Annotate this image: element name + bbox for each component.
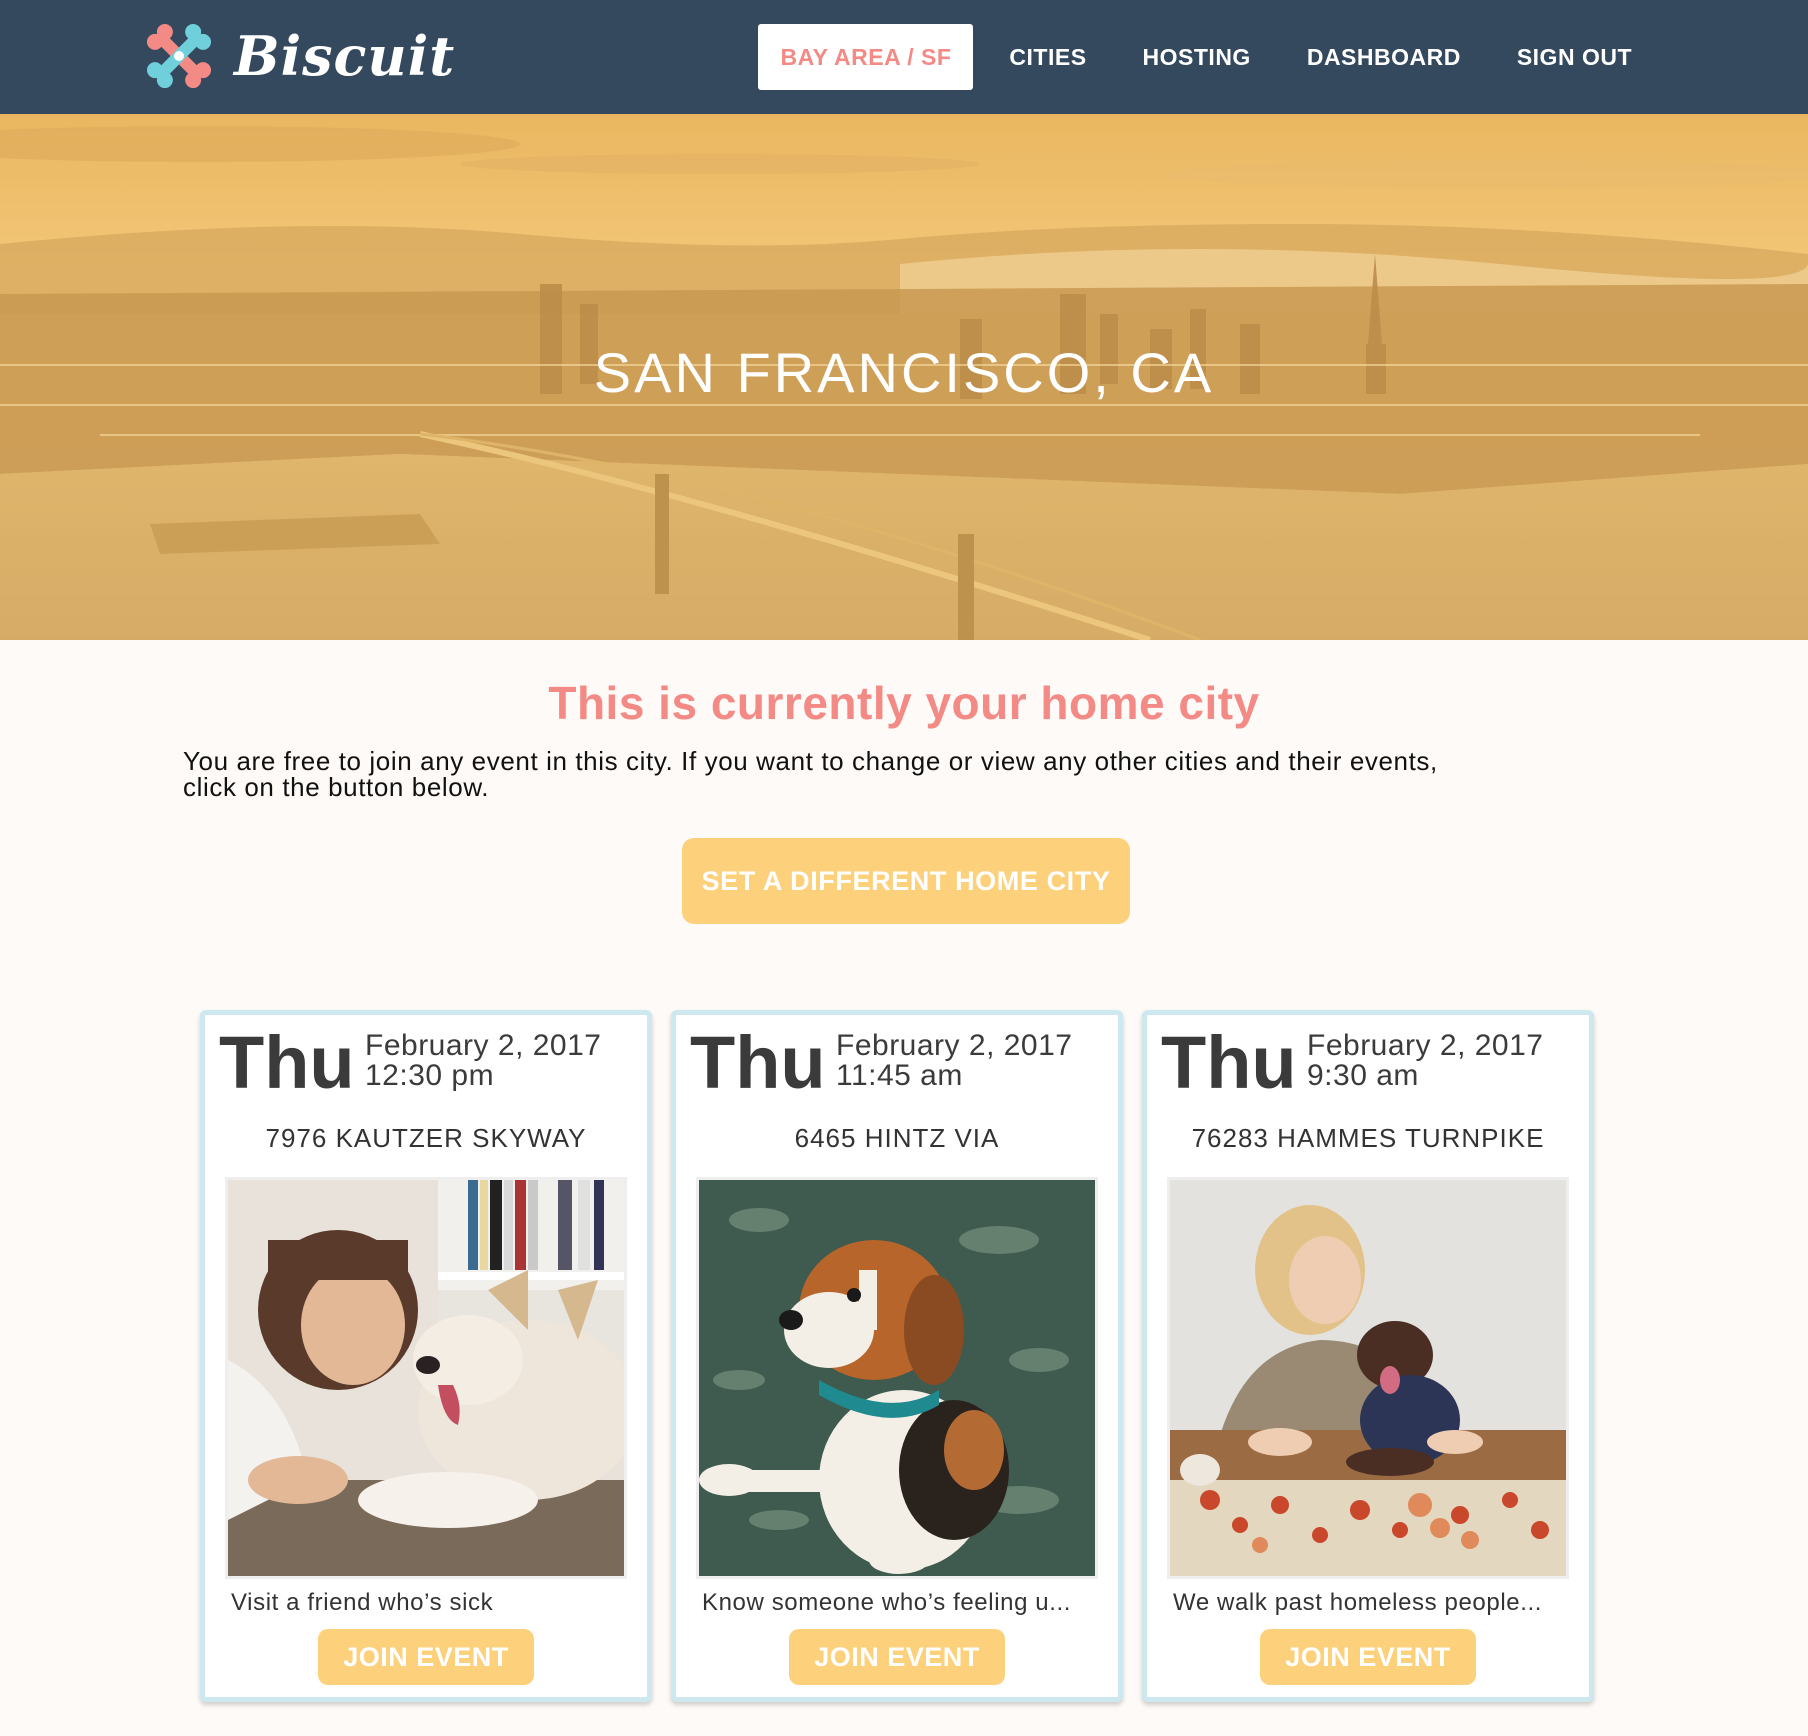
event-date: February 2, 2017 — [1307, 1029, 1544, 1062]
event-time: 12:30 pm — [365, 1059, 495, 1092]
home-city-description: You are free to join any event in this c… — [183, 748, 1623, 800]
top-navbar: Biscuit BAY AREA / SF CITIES HOSTING DAS… — [0, 0, 1808, 114]
event-day-of-week: Thu — [690, 1021, 826, 1104]
event-address: 76283 HAMMES TURNPIKE — [1191, 1123, 1545, 1153]
brand-name: Biscuit — [234, 24, 456, 88]
event-date: February 2, 2017 — [836, 1029, 1073, 1062]
home-city-heading: This is currently your home city — [548, 677, 1260, 729]
event-day-of-week: Thu — [219, 1021, 355, 1104]
event-description: Visit a friend who’s sick — [231, 1589, 494, 1616]
nav-dashboard[interactable]: DASHBOARD — [1279, 24, 1489, 90]
event-card: Thu February 2, 2017 9:30 am 76283 HAMME… — [1142, 1010, 1594, 1702]
event-description: We walk past homeless people... — [1173, 1589, 1543, 1616]
set-different-home-city-button[interactable]: SET A DIFFERENT HOME CITY — [682, 838, 1130, 924]
home-city-description-line-1: You are free to join any event in this c… — [183, 746, 1438, 776]
event-time: 9:30 am — [1307, 1059, 1419, 1092]
event-time: 11:45 am — [836, 1059, 963, 1092]
dog-bone-cross-logo-icon — [146, 23, 212, 89]
nav-hosting[interactable]: HOSTING — [1115, 24, 1279, 90]
event-date: February 2, 2017 — [365, 1029, 602, 1062]
nav-city-bay-area[interactable]: BAY AREA / SF — [758, 24, 974, 90]
join-event-button[interactable]: JOIN EVENT — [1260, 1629, 1476, 1685]
join-event-button[interactable]: JOIN EVENT — [318, 1629, 534, 1685]
brand-logo[interactable]: Biscuit — [140, 18, 455, 94]
event-card: Thu February 2, 2017 12:30 pm 7976 KAUTZ… — [200, 1010, 652, 1702]
join-event-button[interactable]: JOIN EVENT — [789, 1629, 1005, 1685]
beagle-sitting-photo[interactable] — [696, 1177, 1098, 1579]
event-address: 6465 HINTZ VIA — [794, 1123, 1000, 1153]
event-day-of-week: Thu — [1161, 1021, 1297, 1104]
woman-with-chocolate-lab-photo[interactable] — [1167, 1177, 1569, 1579]
event-description: Know someone who’s feeling u... — [702, 1589, 1072, 1616]
home-city-description-line-2: click on the button below. — [183, 772, 490, 802]
event-card: Thu February 2, 2017 11:45 am 6465 HINTZ… — [671, 1010, 1123, 1702]
event-list: Thu February 2, 2017 12:30 pm 7976 KAUTZ… — [200, 1010, 1594, 1702]
city-title: SAN FRANCISCO, CA — [593, 341, 1215, 404]
city-hero-banner: SAN FRANCISCO, CA — [0, 114, 1808, 640]
nav-sign-out[interactable]: SIGN OUT — [1489, 24, 1660, 90]
main-nav: BAY AREA / SF CITIES HOSTING DASHBOARD S… — [758, 24, 1660, 90]
nav-cities[interactable]: CITIES — [981, 24, 1114, 90]
woman-with-husky-puppy-photo[interactable] — [225, 1177, 627, 1579]
event-address: 7976 KAUTZER SKYWAY — [265, 1123, 587, 1153]
